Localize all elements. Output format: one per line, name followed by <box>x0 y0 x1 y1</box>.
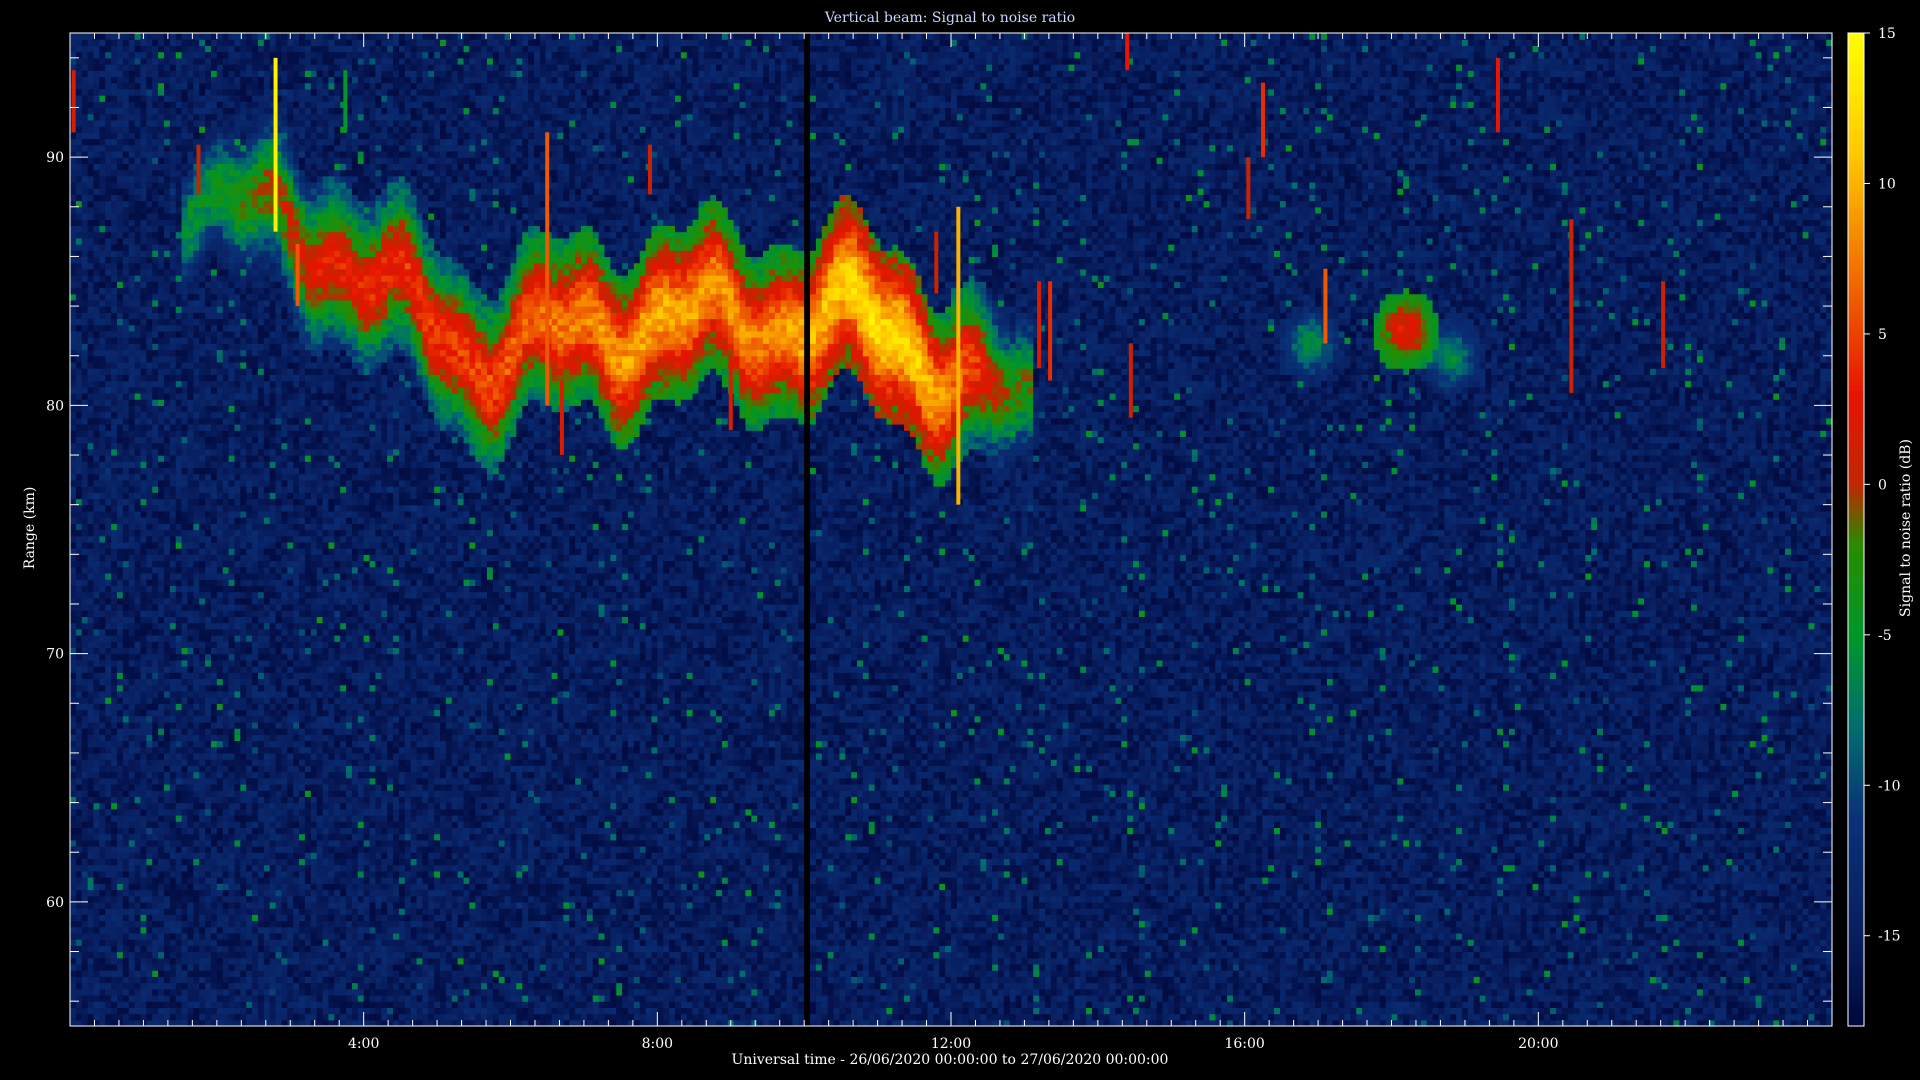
colorbar-tick-label: -10 <box>1878 778 1901 794</box>
colorbar-tick-label: -15 <box>1878 929 1901 945</box>
spike-1 <box>545 132 550 406</box>
colorbar-tick-label: 10 <box>1878 176 1896 192</box>
x-tick-label: 16:00 <box>1224 1036 1264 1052</box>
y-tick-label: 90 <box>46 150 64 166</box>
colorbar-label: Signal to noise ratio (dB) <box>1898 439 1914 617</box>
heatmap-cells <box>70 33 1833 1027</box>
spike-2 <box>956 206 961 505</box>
spike-16 <box>728 355 733 431</box>
spike-0 <box>273 57 278 232</box>
spike-11 <box>1037 281 1042 369</box>
x-tick-label: 4:00 <box>348 1036 379 1052</box>
x-axis-label: Universal time - 26/06/2020 00:00:00 to … <box>732 1052 1169 1068</box>
colorbar-tick-label: 15 <box>1878 26 1896 42</box>
spike-13 <box>1323 268 1328 344</box>
x-tick-label: 8:00 <box>642 1036 673 1052</box>
y-axis-label: Range (km) <box>22 487 38 570</box>
spike-20 <box>295 244 300 307</box>
spike-3 <box>196 144 201 195</box>
y-tick-label: 80 <box>46 398 64 414</box>
chart-title: Vertical beam: Signal to noise ratio <box>824 10 1075 26</box>
spike-9 <box>1495 57 1500 133</box>
spike-10 <box>1569 219 1574 393</box>
spike-18 <box>1661 281 1666 369</box>
spike-19 <box>1128 343 1133 418</box>
colorbar-tick-label: -5 <box>1878 628 1892 644</box>
x-tick-label: 20:00 <box>1518 1036 1558 1052</box>
spike-8 <box>1246 157 1251 220</box>
spike-5 <box>647 144 652 195</box>
y-tick-label: 60 <box>46 895 64 911</box>
x-tick-label: 12:00 <box>931 1036 971 1052</box>
colorbar-tick-label: 0 <box>1878 477 1887 493</box>
spike-15 <box>559 380 564 456</box>
y-tick-label: 70 <box>46 647 64 663</box>
spike-14 <box>71 70 76 133</box>
spike-6 <box>1125 33 1130 71</box>
spike-7 <box>1261 82 1266 158</box>
spike-4 <box>343 70 348 133</box>
colorbar-tick-label: 5 <box>1878 327 1887 343</box>
spike-17 <box>934 231 939 294</box>
spike-12 <box>1048 281 1053 381</box>
snr-heatmap-chart: 4:00 8:00 12:00 16:00 20:00 60 70 80 90 15 10 5 0 -5… <box>0 0 1920 1080</box>
